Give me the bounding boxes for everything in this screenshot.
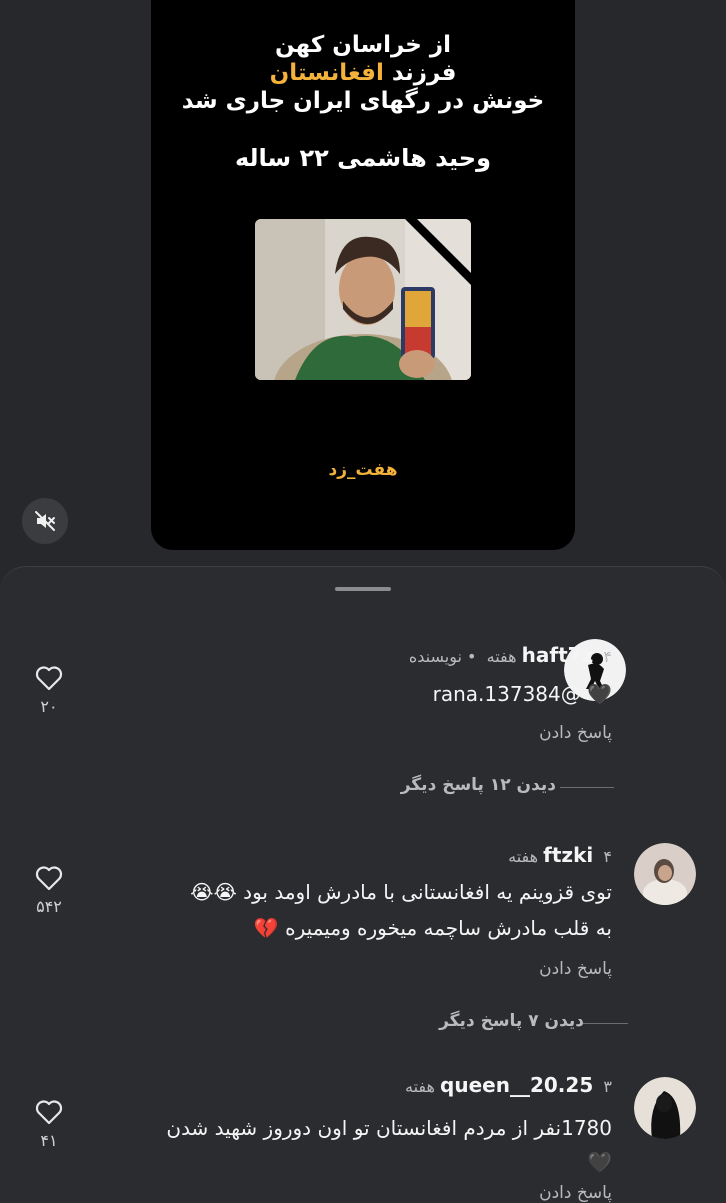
view-replies-button[interactable]: دیدن ۷ پاسخ دیگر — [439, 1011, 584, 1031]
like-button[interactable]: ۵۴۲ — [24, 865, 74, 916]
heart-icon — [35, 1100, 63, 1125]
heart-icon — [35, 666, 63, 691]
comment-username[interactable]: queen__20.25 — [440, 1073, 593, 1097]
like-button[interactable]: ۲۰ — [24, 665, 74, 716]
avatar[interactable] — [634, 843, 696, 905]
comment-text-line-1: توی قزوینم یه افغانستانی با مادرش اومد ب… — [190, 880, 612, 904]
comments-sheet: haft7z ۴ هفته • نویسنده rana.137384@ 🖤 پ… — [0, 566, 726, 1203]
sheet-drag-handle[interactable] — [335, 587, 391, 591]
reel-viewer: از خراسان کهن فرزند افغانستان خونش در رگ… — [0, 0, 726, 600]
comment-username[interactable]: ftzki — [543, 843, 593, 867]
reel-post-card[interactable]: از خراسان کهن فرزند افغانستان خونش در رگ… — [151, 0, 575, 550]
like-count: ۴۱ — [40, 1131, 58, 1150]
view-replies-button[interactable]: دیدن ۱۲ پاسخ دیگر — [401, 775, 556, 795]
divider — [580, 1023, 628, 1024]
poster-highlight-word: افغانستان — [269, 60, 384, 86]
author-badge: • نویسنده — [408, 647, 477, 666]
poster-line-3: خونش در رگهای ایران جاری شد — [181, 88, 545, 114]
poster-line-2: فرزند افغانستان — [151, 60, 575, 86]
portrait-photo — [255, 219, 471, 380]
mute-button[interactable] — [22, 498, 68, 544]
poster-line-2-prefix: فرزند — [391, 60, 457, 86]
like-count: ۵۴۲ — [36, 897, 62, 916]
comment-text-line-1: 1780نفر از مردم افغانستان تو اون دوروز ش… — [166, 1116, 612, 1140]
comment-meta: queen__20.25 ۳ هفته — [405, 1073, 612, 1097]
comment-text-line-2: 🖤 — [587, 1150, 612, 1174]
speaker-muted-icon — [35, 511, 55, 531]
divider — [560, 787, 614, 788]
like-button[interactable]: ۴۱ — [24, 1099, 74, 1150]
comment-meta: ftzki ۴ هفته — [508, 843, 612, 867]
comment-meta: haft7z ۴ هفته • نویسنده — [409, 643, 612, 667]
signature-text: هفت_زد — [328, 460, 398, 480]
reply-button[interactable]: پاسخ دادن — [539, 959, 612, 979]
reply-button[interactable]: پاسخ دادن — [539, 1183, 612, 1203]
comment-text-line-2: به قلب مادرش ساچمه میخوره ومیمیره 💔 — [253, 916, 612, 940]
comment-username[interactable]: haft7z — [522, 643, 594, 667]
heart-icon — [35, 866, 63, 891]
reply-button[interactable]: پاسخ دادن — [539, 723, 612, 743]
avatar[interactable] — [634, 1077, 696, 1139]
comment-text: rana.137384@ 🖤 — [432, 682, 612, 706]
poster-name-age: وحید هاشمی ۲۲ ساله — [234, 144, 492, 172]
poster-line-1: از خراسان کهن — [274, 32, 452, 58]
like-count: ۲۰ — [40, 697, 58, 716]
